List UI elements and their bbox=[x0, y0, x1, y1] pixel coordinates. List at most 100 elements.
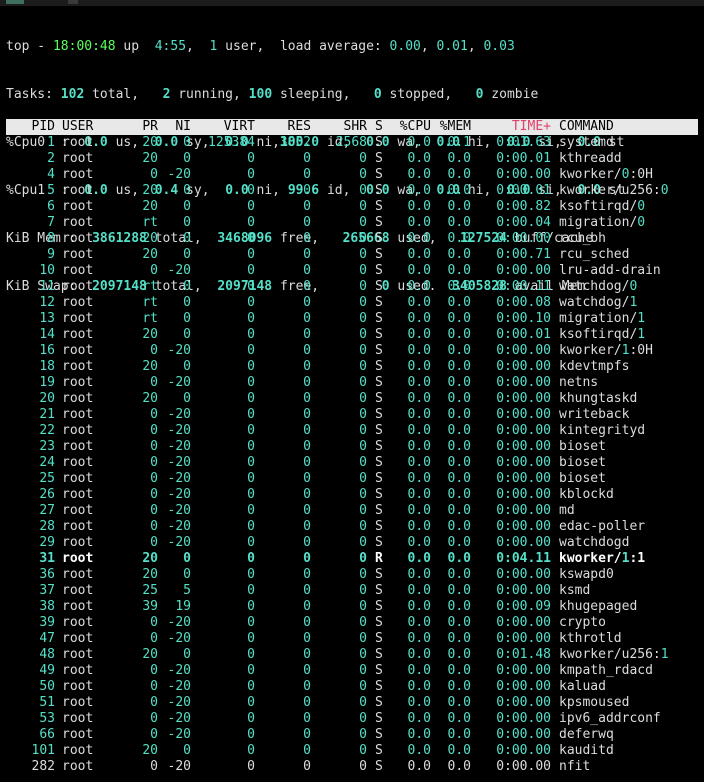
col-command[interactable]: COMMAND bbox=[559, 119, 614, 135]
process-row[interactable]: 37 root 25 5 0 0 0 S 0.0 0.0 0:00.00 ksmd bbox=[6, 583, 698, 599]
process-row[interactable]: 66 root 0 -20 0 0 0 S 0.0 0.0 0:00.00 deferwq bbox=[6, 727, 698, 743]
cell-pid: 51 bbox=[39, 695, 55, 710]
cell-user: root bbox=[62, 551, 94, 566]
cell-shr: 0 bbox=[359, 183, 367, 198]
cell-virt: 0 bbox=[247, 263, 255, 278]
cell-res: 0 bbox=[303, 359, 311, 374]
command-cpu-index: 1 bbox=[629, 295, 638, 310]
process-row[interactable]: 48 root 20 0 0 0 0 S 0.0 0.0 0:01.48 kworker/u256:1 bbox=[6, 647, 698, 663]
cell-pid: 49 bbox=[39, 663, 55, 678]
command-name: khugepaged bbox=[559, 599, 638, 614]
cell-res: 0 bbox=[303, 711, 311, 726]
cell-user: root bbox=[62, 599, 94, 614]
process-row[interactable]: 12 root rt 0 0 0 0 S 0.0 0.0 0:00.08 watchdog/1 bbox=[6, 295, 698, 311]
process-row[interactable]: 23 root 0 -20 0 0 0 S 0.0 0.0 0:00.00 bioset bbox=[6, 439, 698, 455]
col-ni[interactable]: NI bbox=[158, 119, 191, 135]
col-time[interactable]: TIME+ bbox=[471, 119, 551, 135]
cell-command: migration/1 bbox=[559, 311, 645, 327]
cell-cpu: 0.0 bbox=[407, 679, 431, 694]
process-row[interactable]: 8 root 20 0 0 0 0 S 0.0 0.0 0:00.00 rcu_bh bbox=[6, 231, 698, 247]
col-state[interactable]: S bbox=[375, 119, 383, 135]
col-res[interactable]: RES bbox=[255, 119, 311, 135]
process-row[interactable]: 49 root 0 -20 0 0 0 S 0.0 0.0 0:00.00 kmpath_rdacd bbox=[6, 663, 698, 679]
cell-cpu: 0.0 bbox=[407, 231, 431, 246]
process-row[interactable]: 39 root 0 -20 0 0 0 S 0.0 0.0 0:00.00 crypto bbox=[6, 615, 698, 631]
process-row[interactable]: 19 root 0 -20 0 0 0 S 0.0 0.0 0:00.00 netns bbox=[6, 375, 698, 391]
cell-cpu: 0.0 bbox=[407, 695, 431, 710]
cell-res: 0 bbox=[303, 167, 311, 182]
process-row[interactable]: 2 root 20 0 0 0 0 S 0.0 0.0 0:00.01 kthreadd bbox=[6, 151, 698, 167]
cell-user: root bbox=[62, 519, 94, 534]
cell-command: kauditd bbox=[559, 743, 614, 759]
cell-cpu: 0.0 bbox=[407, 663, 431, 678]
process-row[interactable]: 16 root 0 -20 0 0 0 S 0.0 0.0 0:00.00 kworker/1:0H bbox=[6, 343, 698, 359]
cell-pr: 0 bbox=[150, 439, 158, 454]
cell-res: 0 bbox=[303, 183, 311, 198]
cell-time: 0:00.00 bbox=[496, 759, 551, 774]
process-row[interactable]: 27 root 0 -20 0 0 0 S 0.0 0.0 0:00.00 md bbox=[6, 503, 698, 519]
cell-mem: 0.0 bbox=[447, 583, 471, 598]
process-row[interactable]: 47 root 0 -20 0 0 0 S 0.0 0.0 0:00.00 kthrotld bbox=[6, 631, 698, 647]
cell-mem: 0.0 bbox=[447, 759, 471, 774]
process-row[interactable]: 7 root rt 0 0 0 0 S 0.0 0.0 0:00.04 migration/0 bbox=[6, 215, 698, 231]
cell-ni: 0 bbox=[183, 551, 191, 566]
process-row[interactable]: 53 root 0 -20 0 0 0 S 0.0 0.0 0:00.00 ipv6_addrconf bbox=[6, 711, 698, 727]
process-row[interactable]: 10 root 0 -20 0 0 0 S 0.0 0.0 0:00.00 lru-add-drain bbox=[6, 263, 698, 279]
process-row[interactable]: 26 root 0 -20 0 0 0 S 0.0 0.0 0:00.00 kblockd bbox=[6, 487, 698, 503]
process-row[interactable]: 9 root 20 0 0 0 0 S 0.0 0.0 0:00.71 rcu_sched bbox=[6, 247, 698, 263]
process-row[interactable]: 21 root 0 -20 0 0 0 S 0.0 0.0 0:00.00 writeback bbox=[6, 407, 698, 423]
process-row[interactable]: 6 root 20 0 0 0 0 S 0.0 0.0 0:00.82 ksoftirqd/0 bbox=[6, 199, 698, 215]
process-row[interactable]: 36 root 20 0 0 0 0 S 0.0 0.0 0:00.00 kswapd0 bbox=[6, 567, 698, 583]
terminal-tab[interactable] bbox=[68, 0, 78, 4]
process-row[interactable]: 50 root 0 -20 0 0 0 S 0.0 0.0 0:00.00 kaluad bbox=[6, 679, 698, 695]
process-row[interactable]: 38 root 39 19 0 0 0 S 0.0 0.0 0:00.09 khugepaged bbox=[6, 599, 698, 615]
col-mem[interactable]: %MEM bbox=[431, 119, 471, 135]
cell-user: root bbox=[62, 743, 94, 758]
cell-ni: 0 bbox=[183, 247, 191, 262]
process-row[interactable]: 22 root 0 -20 0 0 0 S 0.0 0.0 0:00.00 kintegrityd bbox=[6, 423, 698, 439]
process-row[interactable]: 25 root 0 -20 0 0 0 S 0.0 0.0 0:00.00 bioset bbox=[6, 471, 698, 487]
cell-ni: -20 bbox=[167, 631, 191, 646]
process-row[interactable]: 4 root 0 -20 0 0 0 S 0.0 0.0 0:00.00 kworker/0:0H bbox=[6, 167, 698, 183]
cell-res: 3852 bbox=[279, 135, 311, 150]
cell-virt: 0 bbox=[247, 151, 255, 166]
command-name: netns bbox=[559, 375, 599, 390]
cell-shr: 0 bbox=[359, 167, 367, 182]
process-row[interactable]: 1 root 20 0 125384 3852 2568 S 0.0 0.1 0:01.63 syst… bbox=[6, 135, 698, 151]
col-pr[interactable]: PR bbox=[126, 119, 158, 135]
process-row[interactable]: 101 root 20 0 0 0 0 S 0.0 0.0 0:00.00 kauditd bbox=[6, 743, 698, 759]
process-row[interactable]: 5 root 20 0 0 0 0 S 0.0 0.0 0:00.01 kworker/u256:0 bbox=[6, 183, 698, 199]
cell-ni: -20 bbox=[167, 455, 191, 470]
process-row[interactable]: 282 root 0 -20 0 0 0 S 0.0 0.0 0:00.00 nfit bbox=[6, 759, 698, 775]
cell-ni: 0 bbox=[183, 215, 191, 230]
command-name: migration/ bbox=[559, 215, 638, 230]
cell-user: root bbox=[62, 311, 94, 326]
process-row[interactable]: 24 root 0 -20 0 0 0 S 0.0 0.0 0:00.00 bioset bbox=[6, 455, 698, 471]
process-row[interactable]: 28 root 0 -20 0 0 0 S 0.0 0.0 0:00.00 edac-poller bbox=[6, 519, 698, 535]
command-name: kswapd0 bbox=[559, 567, 614, 582]
cell-pid: 18 bbox=[39, 359, 55, 374]
process-row[interactable]: 20 root 20 0 0 0 0 S 0.0 0.0 0:00.00 khungtaskd bbox=[6, 391, 698, 407]
process-row[interactable]: 13 root rt 0 0 0 0 S 0.0 0.0 0:00.10 migration/1 bbox=[6, 311, 698, 327]
command-name: migration/ bbox=[559, 311, 638, 326]
cell-shr: 0 bbox=[359, 471, 367, 486]
col-cpu[interactable]: %CPU bbox=[383, 119, 431, 135]
cell-s: S bbox=[375, 167, 383, 182]
col-user[interactable]: USER bbox=[62, 119, 93, 135]
process-row[interactable]: 51 root 0 -20 0 0 0 S 0.0 0.0 0:00.00 kpsmoused bbox=[6, 695, 698, 711]
process-row[interactable]: 31 root 20 0 0 0 0 R 0.0 0.0 0:04.11 kworker/1:1 bbox=[6, 551, 698, 567]
process-row[interactable]: 11 root rt 0 0 0 0 S 0.0 0.0 0:00.11 watchdog/0 bbox=[6, 279, 698, 295]
cell-pr: 20 bbox=[142, 567, 158, 582]
cell-res: 0 bbox=[303, 215, 311, 230]
process-row[interactable]: 14 root 20 0 0 0 0 S 0.0 0.0 0:00.01 ksoftirqd/1 bbox=[6, 327, 698, 343]
col-pid[interactable]: PID bbox=[6, 119, 55, 135]
process-row[interactable]: 18 root 20 0 0 0 0 S 0.0 0.0 0:00.00 kdevtmpfs bbox=[6, 359, 698, 375]
cell-user: root bbox=[62, 455, 94, 470]
process-row[interactable]: 29 root 0 -20 0 0 0 S 0.0 0.0 0:00.00 watchdogd bbox=[6, 535, 698, 551]
cell-user: root bbox=[62, 583, 94, 598]
col-virt[interactable]: VIRT bbox=[191, 119, 255, 135]
terminal-tab[interactable] bbox=[6, 0, 24, 4]
col-shr[interactable]: SHR bbox=[311, 119, 367, 135]
cell-res: 0 bbox=[303, 279, 311, 294]
cell-s: S bbox=[375, 327, 383, 342]
